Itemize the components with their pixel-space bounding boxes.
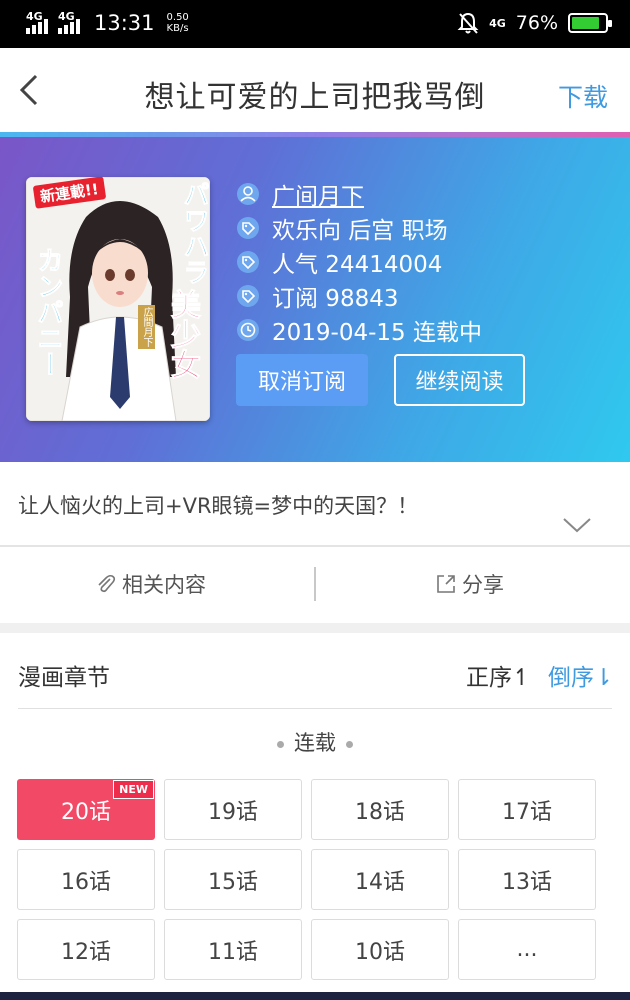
popularity-row: 人气 24414004 <box>236 245 482 279</box>
subscribe-row: 订阅 98843 <box>236 279 482 313</box>
comic-header: 新連載!! パワハラ カンパニー 美少女 広間月下 广间月下 欢乐向 后宫 职场… <box>0 137 630 462</box>
chapters-heading: 漫画章节 <box>18 665 110 691</box>
sort-ascending-button[interactable]: 正序↿ <box>466 658 531 692</box>
chapter-button[interactable]: 14话 <box>311 849 449 910</box>
clock-icon <box>236 318 260 342</box>
chapter-button[interactable]: 17话 <box>458 779 596 840</box>
author-link[interactable]: 广间月下 <box>272 177 364 211</box>
update-row: 2019-04-15 连载中 <box>236 313 482 347</box>
more-chapters-button[interactable]: ... <box>458 919 596 980</box>
cover-title-vertical-1: パワハラ <box>179 181 210 286</box>
user-icon <box>236 182 260 206</box>
chapter-button[interactable]: 15话 <box>164 849 302 910</box>
tag-icon <box>236 284 260 308</box>
battery-icon <box>568 13 612 33</box>
popularity-count: 人气 24414004 <box>272 252 443 278</box>
chapter-button[interactable]: 13话 <box>458 849 596 910</box>
status-bar: 4G 4G 13:31 0.50 KB/s 4G 76% <box>0 0 630 48</box>
chapter-button[interactable]: 18话 <box>311 779 449 840</box>
author-row[interactable]: 广间月下 <box>236 177 482 211</box>
share-label: 分享 <box>462 573 504 597</box>
related-content-button[interactable]: 相关内容 <box>94 569 206 599</box>
page-title: 想让可爱的上司把我骂倒 <box>144 80 486 115</box>
chapter-section-label: 连载 <box>0 727 630 757</box>
cover-title-big: 美少女 <box>165 289 201 380</box>
network-speed: 0.50 KB/s <box>166 12 189 34</box>
tag-icon <box>236 216 260 240</box>
clock-time: 13:31 <box>94 11 155 35</box>
tag-icon <box>236 250 260 274</box>
action-divider <box>314 567 316 601</box>
paperclip-icon <box>98 574 116 593</box>
genre-tags: 欢乐向 后宫 职场 <box>272 218 448 244</box>
bottom-strip <box>0 992 630 1000</box>
subscribe-count: 订阅 98843 <box>272 286 399 312</box>
tags-row: 欢乐向 后宫 职场 <box>236 211 482 245</box>
share-icon <box>437 575 455 593</box>
comic-cover[interactable]: 新連載!! パワハラ カンパニー 美少女 広間月下 <box>26 177 210 421</box>
download-button[interactable]: 下载 <box>558 78 608 114</box>
navigation-bar: 想让可爱的上司把我骂倒 下载 <box>0 48 630 132</box>
update-date-status: 2019-04-15 连载中 <box>272 320 482 346</box>
section-gap <box>0 623 630 633</box>
chapter-button[interactable]: 10话 <box>311 919 449 980</box>
expand-description-button[interactable] <box>562 516 592 538</box>
unsubscribe-button[interactable]: 取消订阅 <box>236 354 368 406</box>
sort-descending-button[interactable]: 倒序⇂ <box>548 658 613 692</box>
signal-icon: 4G <box>26 10 54 36</box>
action-row: 相关内容 分享 <box>0 547 630 623</box>
chapter-button[interactable]: 11话 <box>164 919 302 980</box>
new-badge: NEW <box>113 780 154 799</box>
divider <box>18 708 612 709</box>
cover-title-vertical-2: カンパニー <box>33 247 64 378</box>
share-button[interactable]: 分享 <box>434 569 504 599</box>
chapter-button[interactable]: 12话 <box>17 919 155 980</box>
battery-level <box>572 17 600 29</box>
chevron-down-icon <box>563 518 591 533</box>
battery-percentage: 76% <box>515 12 558 34</box>
continue-reading-button[interactable]: 继续阅读 <box>394 354 525 406</box>
network-label-3: 4G <box>489 16 506 30</box>
related-content-label: 相关内容 <box>122 573 206 597</box>
no-notifications-icon <box>457 12 479 34</box>
chapter-button[interactable]: 20话 NEW <box>17 779 155 840</box>
comic-info: 广间月下 欢乐向 后宫 职场 人气 24414004 订阅 98843 2019… <box>236 177 482 347</box>
signal-icon: 4G <box>58 10 86 36</box>
chapter-button[interactable]: 16话 <box>17 849 155 910</box>
dot-decoration <box>346 740 353 748</box>
comic-description: 让人恼火的上司+VR眼镜=梦中的天国？！ <box>18 494 419 518</box>
chapter-button[interactable]: 19话 <box>164 779 302 840</box>
dot-decoration <box>277 740 284 748</box>
cover-author-tag: 広間月下 <box>138 305 155 349</box>
